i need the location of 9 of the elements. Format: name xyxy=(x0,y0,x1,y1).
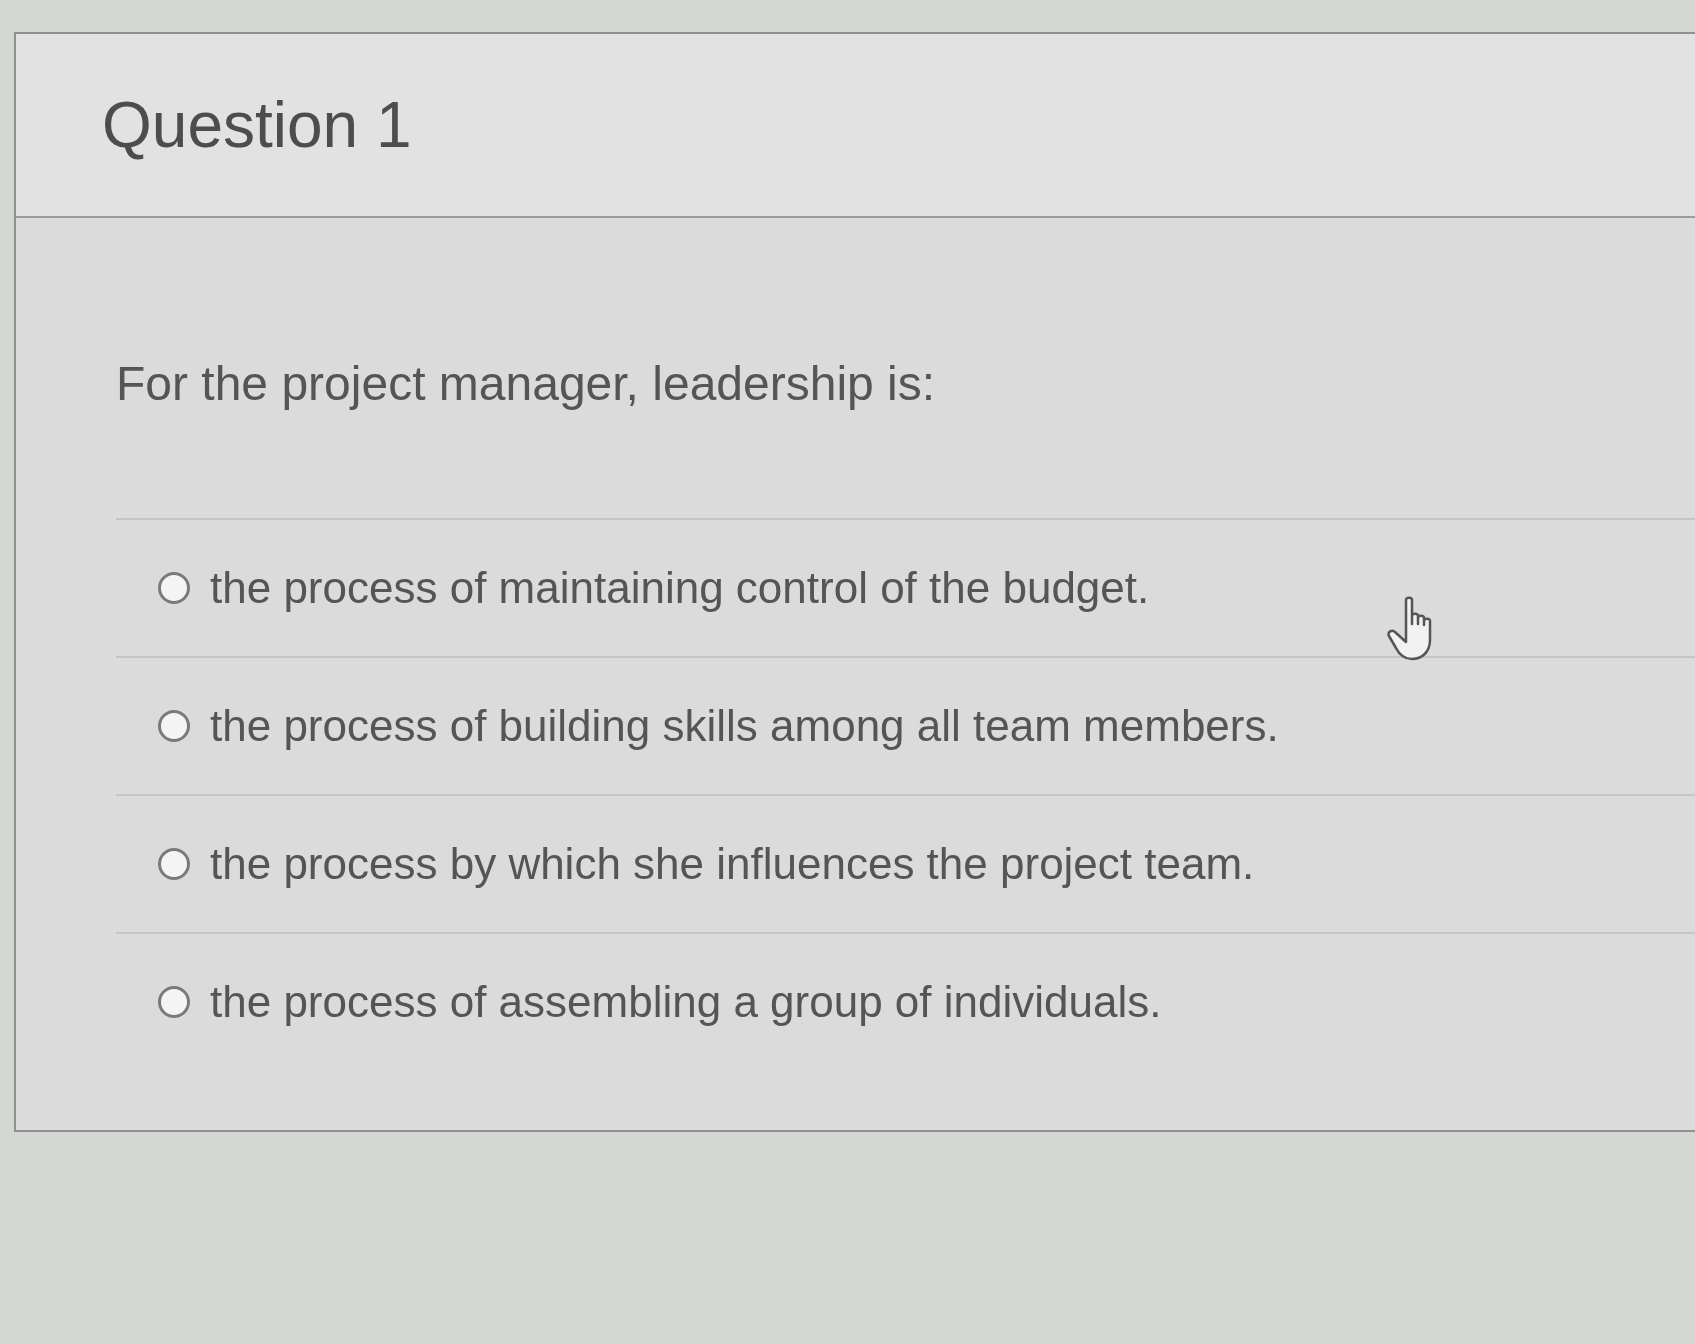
option-label[interactable]: the process of assembling a group of individuals. xyxy=(210,969,1162,1035)
radio-button[interactable] xyxy=(158,986,190,1018)
option-label[interactable]: the process of building skills among all team members. xyxy=(210,693,1279,759)
radio-button[interactable] xyxy=(158,572,190,604)
radio-button[interactable] xyxy=(158,710,190,742)
radio-button[interactable] xyxy=(158,848,190,880)
question-prompt: For the project manager, leadership is: xyxy=(116,356,936,412)
option-label[interactable]: the process by which she influences the project team. xyxy=(210,831,1255,897)
option-label[interactable]: the process of maintaining control of the budget. xyxy=(210,555,1150,621)
